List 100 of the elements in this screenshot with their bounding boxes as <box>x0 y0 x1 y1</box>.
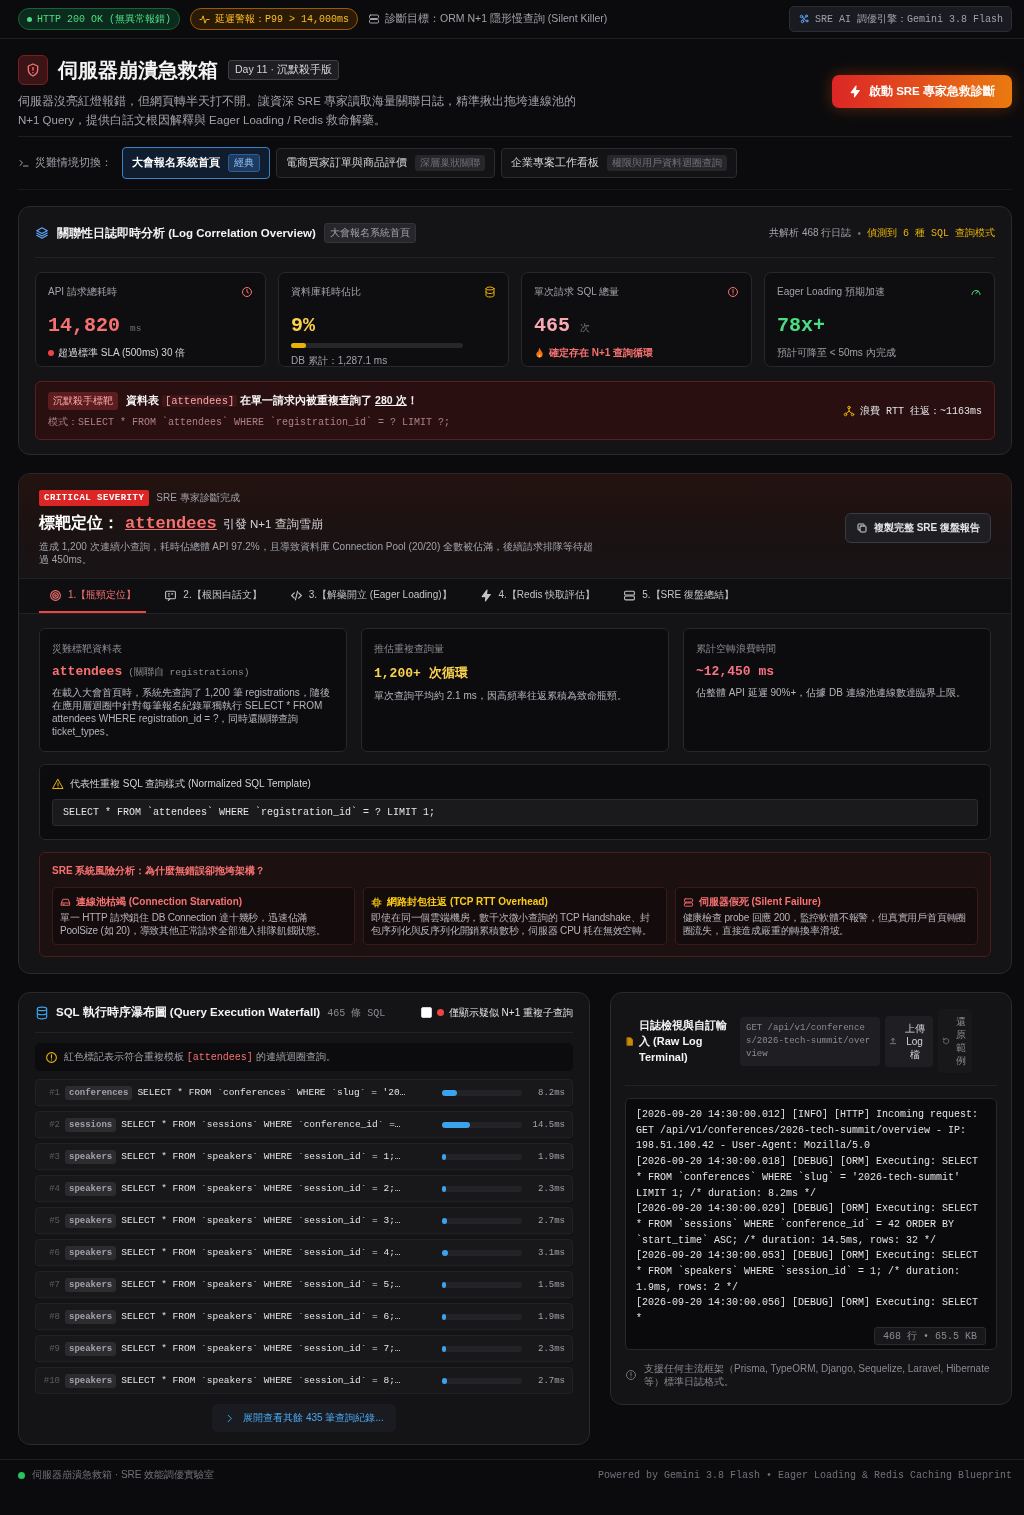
section-title: 日誌檢視與自訂輸入 (Raw Log Terminal) <box>639 1018 728 1065</box>
analysis-tab[interactable]: 1.【瓶頸定位】 <box>39 579 147 613</box>
risk-title: 網路封包往返 (TCP RTT Overhead) <box>387 895 548 909</box>
risk-detail: 單一 HTTP 請求鎖住 DB Connection 達十幾秒，迅速佔滿 PoolSize (如 20)，導致其他正常請求全部進入排隊飢餓狀態。 <box>60 912 327 937</box>
query-sql: SELECT * FROM `speakers` WHERE `session_id` = 4;… <box>121 1247 402 1258</box>
server-icon <box>623 588 637 602</box>
alert-message: 資料表 [attendees] 在單一請求內被重複查詢了 280 次！ <box>126 394 418 408</box>
metric-value: 78x+ <box>777 314 825 337</box>
network-icon <box>797 13 810 25</box>
scenario-tab[interactable]: 電商買家訂單與商品評價 深層巢狀關聯 <box>276 148 495 178</box>
code-icon <box>289 588 303 602</box>
query-row[interactable]: #6 speakers SELECT * FROM `speakers` WHERE `session_id` = 4;… 3.1ms <box>35 1239 573 1266</box>
copy-icon <box>855 522 868 534</box>
risk-title: SRE 系統風險分析：為什麼無錯誤卻拖垮架構？ <box>52 864 267 878</box>
upload-log-button[interactable]: 上傳 Log 檔 <box>885 1015 933 1067</box>
finding-value: attendees <box>52 664 123 679</box>
query-row[interactable]: #2 sessions SELECT * FROM `sessions` WHERE `conference_id` =… 14.5ms <box>35 1111 573 1138</box>
query-duration: 2.7ms <box>537 1215 565 1226</box>
query-row[interactable]: #10 speakers SELECT * FROM `speakers` WHERE `session_id` = 8;… 2.7ms <box>35 1367 573 1394</box>
query-duration: 8.2ms <box>537 1087 565 1098</box>
risk-title: 連線池枯竭 (Connection Starvation) <box>76 895 243 909</box>
query-sql: SELECT * FROM `sessions` WHERE `conference_id` =… <box>121 1119 402 1130</box>
metric-label: 資料庫耗時佔比 <box>291 285 361 299</box>
finding-value: ~12,450 ms <box>696 664 774 679</box>
query-count: 465 條 SQL <box>327 1006 386 1020</box>
sql-template-code: SELECT * FROM `attendees` WHERE `registration_id` = ? LIMIT 1; <box>52 799 978 826</box>
start-diagnosis-button[interactable]: 啟動 SRE 專家急救診斷 <box>831 75 1012 108</box>
copy-report-button[interactable]: 複製完整 SRE 復盤報告 <box>844 513 991 543</box>
table-tag: conferences <box>65 1085 133 1100</box>
scenario-tab[interactable]: 企業專案工作看板 權限與用戶資料迴圈查詢 <box>501 148 737 178</box>
expand-queries-button[interactable]: 展開查看其餘 435 筆查詢紀錄... <box>212 1404 396 1432</box>
severity-badge: CRITICAL SEVERITY <box>39 490 150 506</box>
diagnosis-status: SRE 專家診斷完成 <box>156 491 240 505</box>
table-tag: sessions <box>65 1117 117 1132</box>
query-row[interactable]: #1 conferences SELECT * FROM `conferences` WHERE `slug` = '20… 8.2ms <box>35 1079 573 1106</box>
query-index: #10 <box>42 1375 60 1386</box>
drive-icon <box>60 896 71 908</box>
metric-label: API 請求總耗時 <box>48 285 117 299</box>
scenario-label: 災難情境切換： <box>35 156 112 170</box>
query-duration: 14.5ms <box>531 1119 565 1130</box>
bolt-icon <box>848 85 862 98</box>
query-index: #3 <box>48 1151 60 1162</box>
warning-icon <box>52 778 64 790</box>
nodes-icon <box>843 404 855 417</box>
message-icon <box>164 588 178 602</box>
layers-icon <box>35 226 49 240</box>
reset-example-button[interactable]: 還原範例 <box>938 1009 972 1073</box>
query-duration: 1.9ms <box>537 1311 565 1322</box>
engine-badge: SRE AI 調優引擎：Gemini 3.8 Flash <box>788 6 1012 32</box>
info-icon <box>625 1368 637 1381</box>
analysis-tab[interactable]: 3.【解藥開立 (Eager Loading)】 <box>279 579 462 613</box>
analysis-tab[interactable]: 2.【根因白話文】 <box>154 579 272 613</box>
reset-icon <box>942 1037 950 1045</box>
query-duration: 2.3ms <box>537 1343 565 1354</box>
filter-label: 僅顯示疑似 N+1 重複子查詢 <box>448 1005 573 1020</box>
query-sql: SELECT * FROM `speakers` WHERE `session_id` = 2;… <box>121 1183 402 1194</box>
endpoint-field[interactable]: GET /api/v1/conferences/2026-tech-summit/overview <box>740 1016 880 1066</box>
query-row[interactable]: #7 speakers SELECT * FROM `speakers` WHERE `session_id` = 5;… 1.5ms <box>35 1271 573 1298</box>
section-title: SQL 執行時序瀑布圖 (Query Execution Waterfall) <box>56 1005 321 1020</box>
query-row[interactable]: #9 speakers SELECT * FROM `speakers` WHERE `session_id` = 7;… 2.3ms <box>35 1335 573 1362</box>
query-index: #7 <box>48 1279 60 1290</box>
clock-icon <box>241 286 253 298</box>
footer-title: 伺服器崩潰急救箱 · SRE 效能調優實驗室 <box>32 1468 215 1482</box>
latency-alert-badge: 延遲警報：P99 > 14,000ms <box>190 8 359 30</box>
metric-note: DB 累計：1,287.1 ms <box>291 354 388 368</box>
app-description: 伺服器沒亮紅燈報錯，但網頁轉半天打不開。讓資深 SRE 專家讀取海量關聯日誌，精準揪出拖垮連線池的 N+1 Query，提供白話文根因解釋與 Eager Loading / Redis 救命解藥。 <box>18 94 578 128</box>
footer-credits: Powered by Gemini 3.8 Flash • Eager Loading & Redis Caching Blueprint <box>597 1469 1012 1481</box>
log-textarea[interactable] <box>625 1098 997 1350</box>
scenario-tag: 大會報名系統首頁 <box>323 223 416 243</box>
query-sql: SELECT * FROM `speakers` WHERE `session_id` = 8;… <box>121 1375 402 1386</box>
metric-unit: ms <box>130 323 142 334</box>
query-sql: SELECT * FROM `speakers` WHERE `session_id` = 3;… <box>121 1215 402 1226</box>
query-row[interactable]: #3 speakers SELECT * FROM `speakers` WHERE `session_id` = 1;… 1.9ms <box>35 1143 573 1170</box>
bolt-icon <box>479 588 493 602</box>
scenario-tag: 權限與用戶資料迴圈查詢 <box>607 155 727 171</box>
query-duration: 3.1ms <box>537 1247 565 1258</box>
table-tag: speakers <box>65 1341 117 1356</box>
separator-dot: • <box>857 227 861 239</box>
table-tag: speakers <box>65 1149 117 1164</box>
table-tag: speakers <box>65 1373 117 1388</box>
database-icon <box>35 1005 49 1020</box>
terminal-icon <box>18 157 30 169</box>
filter-checkbox[interactable] <box>420 1007 432 1018</box>
target-effect: 引發 N+1 查詢雪崩 <box>222 517 323 532</box>
query-row[interactable]: #5 speakers SELECT * FROM `speakers` WHERE `session_id` = 3;… 2.7ms <box>35 1207 573 1234</box>
query-duration: 1.5ms <box>537 1279 565 1290</box>
pulse-icon <box>199 13 210 25</box>
scenario-tab[interactable]: 大會報名系統首頁 經典 <box>122 147 270 179</box>
target-icon <box>49 588 62 602</box>
query-row[interactable]: #4 speakers SELECT * FROM `speakers` WHERE `session_id` = 2;… 2.3ms <box>35 1175 573 1202</box>
query-sql: SELECT * FROM `speakers` WHERE `session_id` = 1;… <box>121 1151 402 1162</box>
query-index: #1 <box>48 1087 60 1098</box>
analysis-tab[interactable]: 5.【SRE 復盤總結】 <box>613 579 744 613</box>
analysis-tab[interactable]: 4.【Redis 快取評估】 <box>469 579 606 613</box>
scenario-tag: 經典 <box>228 154 260 172</box>
query-row[interactable]: #8 speakers SELECT * FROM `speakers` WHERE `session_id` = 6;… 1.9ms <box>35 1303 573 1330</box>
log-text: [2026-09-20 14:30:00.012] [INFO] [HTTP] Incoming request: GET /api/v1/conferences/2026-tech-summit/overview - IP: 198.51.100.42 - User-Agent: Mozilla/5.0 [2026-09-20 14:30:00.018] [DEBUG] [ORM] Executing: SELECT * FROM `conferences` WHERE `slug` = '2026-tech-summit' LIMIT 1; /* duration: 8.2ms */ [2026-09-20 14:30:00.029] [DEBUG] [ORM] Executing: SELECT * FROM `sessions` WHERE `conference_id` = 42 ORDER BY `start_time` ASC; /* duration: 14.5ms, rows: 32 */ [2026-09-20 14:30:00.053] [DEBUG] [ORM] Executing: SELECT * FROM `speakers` WHERE `session_id` = 1; /* duration: 1.9ms, rows: 2 */ [2026-09-20 14:30:00.056] [DEBUG] [ORM] Executing: SELECT * <box>636 1108 980 1327</box>
rtt-waste: 浪費 RTT 往返：~1163ms <box>860 404 982 418</box>
parsed-summary: 共解析 468 行日誌 <box>769 226 852 240</box>
http-status-badge: HTTP 200 OK (無異常報錯) <box>18 8 180 30</box>
